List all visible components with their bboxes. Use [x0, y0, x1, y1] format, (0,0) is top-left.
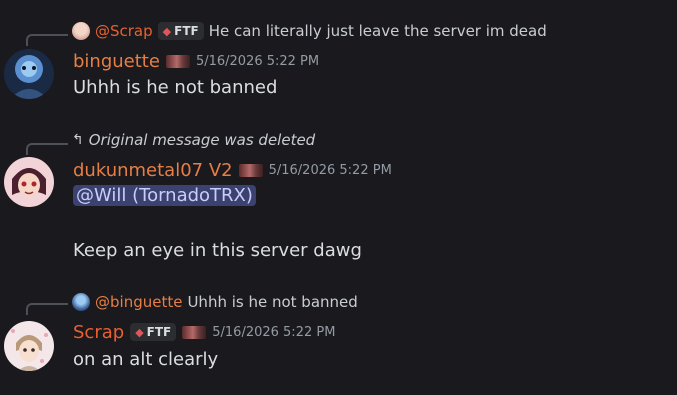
role-flag-icon: [165, 54, 190, 68]
gem-icon: ◆: [162, 24, 172, 38]
reply-spine: [26, 303, 68, 315]
reply-text: Uhhh is he not banned: [187, 293, 358, 311]
reply-username[interactable]: @Scrap: [95, 22, 153, 40]
reply-text: He can literally just leave the server i…: [208, 22, 547, 40]
reply-preview-deleted: ↰ Original message was deleted: [72, 129, 315, 151]
avatar-image: [4, 49, 54, 99]
guild-tag[interactable]: ◆ FTF: [130, 323, 177, 341]
message-header: dukunmetal07 V2 5/16/2026 5:22 PM: [73, 158, 392, 182]
timestamp[interactable]: 5/16/2026 5:22 PM: [196, 54, 319, 69]
guild-tag-label: FTF: [146, 325, 172, 339]
avatar[interactable]: [4, 321, 54, 371]
guild-tag[interactable]: ◆ FTF: [157, 22, 204, 40]
reply-spine: [26, 143, 68, 155]
username[interactable]: Scrap: [73, 322, 124, 343]
timestamp[interactable]: 5/16/2026 5:22 PM: [269, 163, 392, 178]
avatar-image: [4, 157, 54, 207]
message-text: Keep an eye in this server dawg: [73, 240, 362, 261]
reply-deleted-text: Original message was deleted: [88, 131, 316, 149]
message-header: Scrap ◆ FTF 5/16/2026 5:22 PM: [73, 320, 335, 344]
message-text: @Will (TornadoTRX): [73, 185, 256, 206]
role-flag-icon: [238, 163, 263, 177]
reply-arrow-icon: ↰: [72, 132, 84, 148]
message-text: on an alt clearly: [73, 349, 219, 370]
avatar[interactable]: [4, 49, 54, 99]
username[interactable]: dukunmetal07 V2: [73, 160, 233, 181]
user-mention[interactable]: @Will (TornadoTRX): [73, 185, 256, 206]
gem-icon: ◆: [135, 325, 144, 339]
avatar[interactable]: [4, 157, 54, 207]
reply-preview[interactable]: @binguette Uhhh is he not banned: [72, 291, 358, 313]
reply-preview[interactable]: @Scrap ◆ FTF He can literally just leave…: [72, 20, 547, 42]
role-flag-icon: [182, 325, 207, 339]
guild-tag-label: FTF: [174, 24, 199, 38]
timestamp[interactable]: 5/16/2026 5:22 PM: [212, 325, 335, 340]
username[interactable]: binguette: [73, 51, 160, 72]
reply-avatar: [72, 22, 90, 40]
reply-spine: [26, 34, 68, 46]
reply-username[interactable]: @binguette: [95, 293, 182, 311]
reply-avatar: [72, 293, 90, 311]
message-text: Uhhh is he not banned: [73, 77, 278, 98]
avatar-image: [4, 321, 54, 371]
message-header: binguette 5/16/2026 5:22 PM: [73, 49, 319, 73]
